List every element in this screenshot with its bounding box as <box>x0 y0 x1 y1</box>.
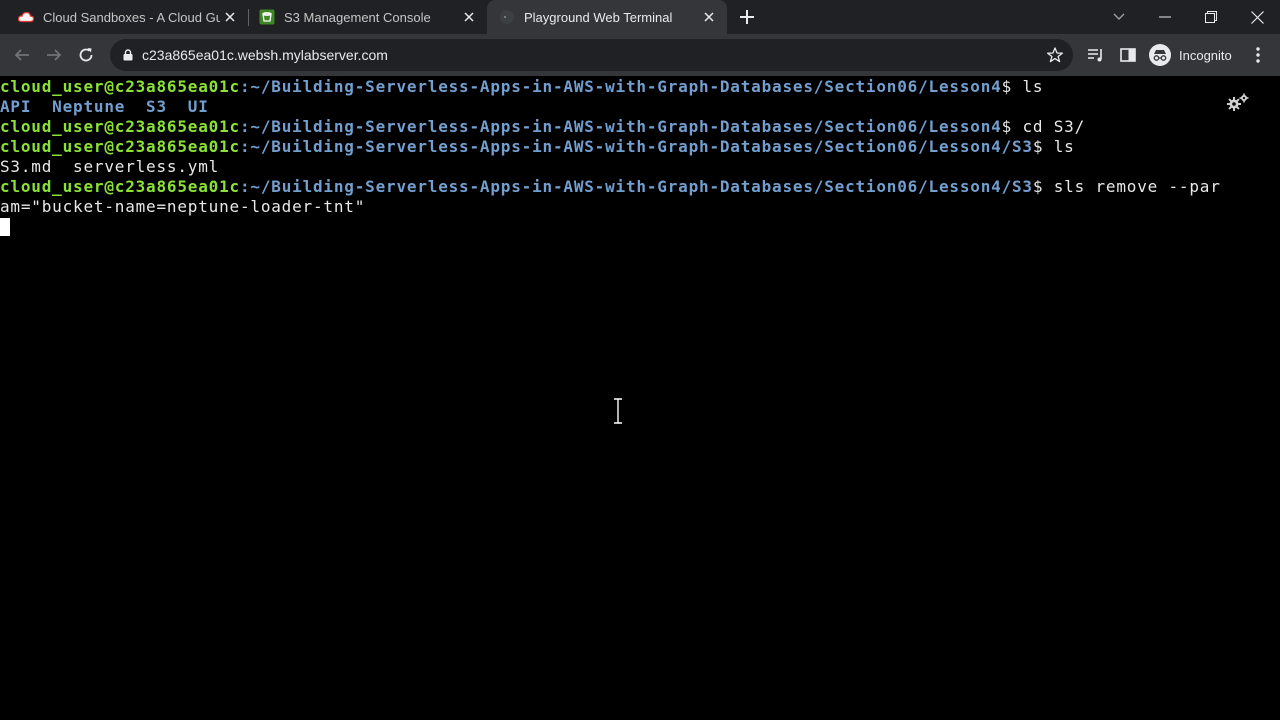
chevron-down-icon <box>1113 13 1125 20</box>
minimize-window-button[interactable] <box>1142 0 1188 34</box>
playlist-icon <box>1088 49 1102 62</box>
tab-cloud-sandboxes[interactable]: Cloud Sandboxes - A Cloud Guru <box>0 0 248 34</box>
terminal-output: S3.md serverless.yml <box>0 157 220 176</box>
terminal-line: cloud_user@c23a865ea01c:~/Building-Serve… <box>0 177 1221 197</box>
prompt-user: cloud_user@c23a865ea01c <box>0 77 240 96</box>
prompt-user: cloud_user@c23a865ea01c <box>0 177 240 196</box>
prompt-path: :~/Building-Serverless-Apps-in-AWS-with-… <box>239 77 1002 96</box>
tab-title: Playground Web Terminal <box>524 9 673 25</box>
address-bar[interactable]: c23a865ea01c.websh.mylabserver.com <box>110 39 1073 71</box>
arrow-left-icon <box>14 49 29 61</box>
close-tab-icon[interactable] <box>699 7 719 27</box>
prompt-user: cloud_user@c23a865ea01c <box>0 117 240 136</box>
side-panel-button[interactable] <box>1116 43 1140 67</box>
browser-tab-strip: Cloud Sandboxes - A Cloud Guru S3 Manage… <box>0 0 1280 34</box>
terminal-command: $ sls remove --par <box>1032 177 1221 196</box>
aws-s3-favicon-icon <box>259 9 275 25</box>
tab-s3-management-console[interactable]: S3 Management Console <box>249 0 487 34</box>
terminal-settings-gear-icon[interactable] <box>1226 92 1250 112</box>
url-text[interactable]: c23a865ea01c.websh.mylabserver.com <box>142 39 388 71</box>
text-cursor-ibeam-icon <box>612 397 624 425</box>
media-controls-button[interactable] <box>1084 43 1108 67</box>
prompt-path: :~/Building-Serverless-Apps-in-AWS-with-… <box>239 177 1033 196</box>
terminal-line: cloud_user@c23a865ea01c:~/Building-Serve… <box>0 137 1075 157</box>
terminal-command: $ ls <box>1032 137 1075 156</box>
web-terminal[interactable]: cloud_user@c23a865ea01c:~/Building-Serve… <box>0 76 1280 720</box>
profile-label: Incognito <box>1179 47 1232 63</box>
tab-search-button[interactable] <box>1096 0 1142 34</box>
terminal-command: $ ls <box>1001 77 1044 96</box>
terminal-line: cloud_user@c23a865ea01c:~/Building-Serve… <box>0 77 1043 97</box>
prompt-path: :~/Building-Serverless-Apps-in-AWS-with-… <box>239 117 1002 136</box>
tab-title: S3 Management Console <box>284 9 431 25</box>
close-tab-icon[interactable] <box>220 7 240 27</box>
restore-icon <box>1205 11 1217 23</box>
restore-window-button[interactable] <box>1188 0 1234 34</box>
back-button[interactable] <box>10 43 34 67</box>
minimize-icon <box>1159 16 1171 18</box>
forward-button[interactable] <box>42 43 66 67</box>
more-vertical-icon <box>1256 47 1260 63</box>
terminal-command: $ cd S3/ <box>1001 117 1086 136</box>
reload-icon <box>79 48 93 62</box>
incognito-profile-button[interactable]: Incognito <box>1145 39 1232 71</box>
browser-menu-button[interactable] <box>1246 43 1270 67</box>
tab-playground-web-terminal[interactable]: Playground Web Terminal <box>487 0 727 34</box>
terminal-favicon-icon <box>499 9 515 25</box>
lock-icon[interactable] <box>120 47 136 63</box>
tab-title: Cloud Sandboxes - A Cloud Guru <box>43 9 220 25</box>
terminal-line: cloud_user@c23a865ea01c:~/Building-Serve… <box>0 117 1085 137</box>
browser-toolbar: c23a865ea01c.websh.mylabserver.com Incog… <box>0 34 1280 76</box>
close-tab-icon[interactable] <box>459 7 479 27</box>
prompt-path: :~/Building-Serverless-Apps-in-AWS-with-… <box>239 137 1033 156</box>
cloud-guru-favicon-icon <box>18 9 34 25</box>
reload-button[interactable] <box>74 43 98 67</box>
directory-listing: API Neptune S3 UI <box>0 97 209 116</box>
close-icon <box>1250 10 1264 24</box>
terminal-output: am="bucket-name=neptune-loader-tnt" <box>0 197 366 216</box>
plus-icon <box>740 10 754 24</box>
prompt-user: cloud_user@c23a865ea01c <box>0 137 240 156</box>
incognito-icon <box>1149 44 1171 66</box>
terminal-cursor <box>0 218 10 236</box>
bookmark-star-icon[interactable] <box>1045 45 1065 65</box>
arrow-right-icon <box>47 49 62 61</box>
new-tab-button[interactable] <box>736 6 758 28</box>
side-panel-icon <box>1120 48 1136 62</box>
close-window-button[interactable] <box>1234 0 1280 34</box>
